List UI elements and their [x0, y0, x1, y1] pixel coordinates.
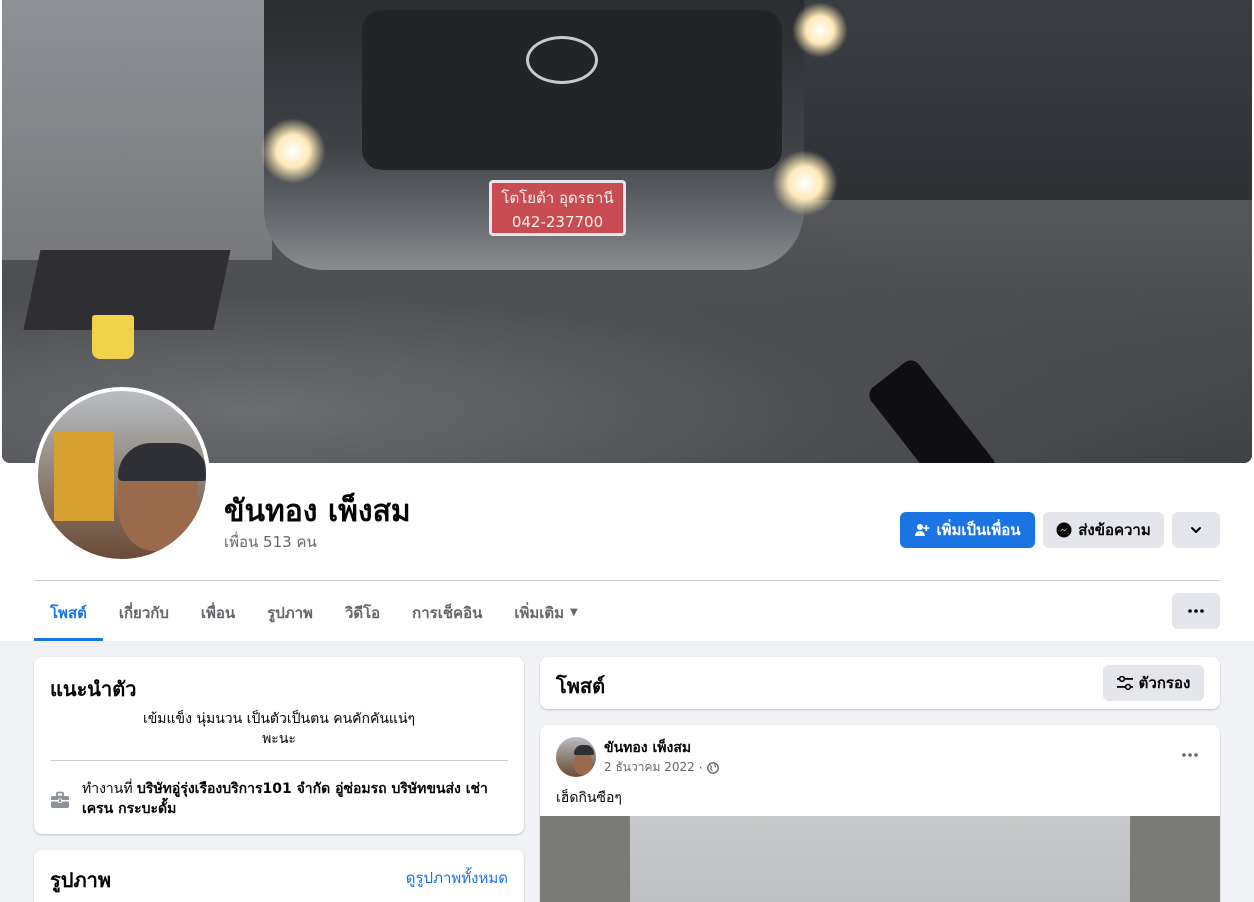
- post-date[interactable]: 2 ธันวาคม 2022: [604, 758, 695, 777]
- more-options-button[interactable]: [1172, 593, 1220, 629]
- chevron-down-icon: [1190, 524, 1202, 536]
- header-divider: [34, 580, 1220, 581]
- plate-line-1: โตโยต้า อุดรธานี: [501, 189, 614, 207]
- tab-friends[interactable]: เพื่อน: [185, 584, 251, 641]
- send-message-label: ส่งข้อความ: [1078, 521, 1151, 539]
- avatar-crane: [54, 431, 114, 521]
- tab-checkins[interactable]: การเช็คอิน: [396, 584, 498, 641]
- cover-cup: [92, 315, 134, 359]
- intro-card: แนะนำตัว เข้มแข็ง นุ่มนวน เป็นตัวเป็นตน …: [34, 657, 524, 834]
- intro-bio: เข้มแข็ง นุ่มนวน เป็นตัวเป็นตน คนคักคันแ…: [74, 709, 484, 749]
- see-all-photos-link[interactable]: ดูรูปภาพทั้งหมด: [406, 866, 508, 890]
- posts-title: โพสต์: [556, 674, 606, 698]
- post-image: [630, 816, 1130, 902]
- cover-headlight-left: [260, 118, 326, 184]
- photos-card: รูปภาพ ดูรูปภาพทั้งหมด: [34, 850, 524, 902]
- add-friend-label: เพิ่มเป็นเพื่อน: [936, 521, 1021, 539]
- tab-videos[interactable]: วิดีโอ: [329, 584, 396, 641]
- intro-work-row: ทำงานที่ บริษัทอู่รุ่งเรืองบริการ101 จำก…: [50, 779, 508, 819]
- post-options-button[interactable]: [1178, 743, 1202, 767]
- filter-icon: [1116, 676, 1133, 690]
- tab-more[interactable]: เพิ่มเติม ▼: [498, 584, 593, 641]
- tab-photos[interactable]: รูปภาพ: [251, 584, 329, 641]
- plate-line-2: 042-237700: [511, 213, 604, 231]
- briefcase-icon: [50, 781, 70, 819]
- user-plus-icon: [914, 522, 930, 538]
- avatar-cap: [118, 443, 206, 481]
- post-author-name[interactable]: ขันทอง เพ็งสม: [604, 737, 691, 759]
- posts-header-card: โพสต์ ตัวกรอง: [540, 657, 1220, 709]
- work-prefix: ทำงานที่: [82, 781, 133, 797]
- cover-photo[interactable]: โตโยต้า อุดรธานี 042-237700: [2, 0, 1252, 463]
- work-place-link[interactable]: บริษัทอู่รุ่งเรืองบริการ101 จำกัด อู่ซ่อ…: [82, 781, 488, 817]
- bio-line-2: พะนะ: [262, 731, 296, 747]
- profile-name: ขันทอง เพ็งสม: [224, 494, 411, 529]
- cover-emblem: [526, 36, 598, 84]
- friends-count[interactable]: เพื่อน 513 คน: [224, 530, 317, 554]
- work-info: ทำงานที่ บริษัทอู่รุ่งเรืองบริการ101 จำก…: [82, 779, 508, 819]
- filter-label: ตัวกรอง: [1138, 674, 1191, 692]
- globe-icon: [706, 761, 719, 774]
- messenger-icon: [1056, 522, 1072, 538]
- cover-grille: [362, 10, 782, 170]
- profile-options-dropdown[interactable]: [1172, 512, 1220, 548]
- post-media[interactable]: [540, 816, 1220, 902]
- post-avatar-cap: [574, 745, 594, 755]
- send-message-button[interactable]: ส่งข้อความ: [1043, 512, 1164, 548]
- post-text: เฮ็ดกินซือๆ: [556, 790, 622, 806]
- filter-button[interactable]: ตัวกรอง: [1103, 665, 1204, 701]
- tab-posts[interactable]: โพสต์: [34, 584, 103, 641]
- intro-divider: [50, 760, 508, 761]
- photos-title: รูปภาพ: [50, 868, 112, 892]
- ellipsis-icon: [1182, 753, 1198, 757]
- cover-left-area: [2, 0, 272, 260]
- intro-title: แนะนำตัว: [50, 677, 137, 701]
- cover-foglight-right: [772, 150, 838, 216]
- profile-avatar[interactable]: [34, 387, 210, 563]
- post-meta-separator: ·: [698, 760, 703, 775]
- cover-license-plate: โตโยต้า อุดรธานี 042-237700: [489, 180, 626, 236]
- post-card: ขันทอง เพ็งสม 2 ธันวาคม 2022 · เฮ็ดกินซื…: [540, 725, 1220, 902]
- ellipsis-icon: [1188, 609, 1204, 613]
- cover-headlight-right: [792, 2, 848, 58]
- tab-about[interactable]: เกี่ยวกับ: [103, 584, 185, 641]
- post-author-avatar[interactable]: [556, 737, 596, 777]
- bio-line-1: เข้มแข็ง นุ่มนวน เป็นตัวเป็นตน คนคักคันแ…: [142, 711, 416, 727]
- add-friend-button[interactable]: เพิ่มเป็นเพื่อน: [900, 512, 1035, 548]
- caret-down-icon: ▼: [570, 607, 578, 618]
- profile-tabs: โพสต์ เกี่ยวกับ เพื่อน รูปภาพ วิดีโอ การ…: [34, 584, 594, 641]
- post-meta: 2 ธันวาคม 2022 ·: [604, 758, 719, 777]
